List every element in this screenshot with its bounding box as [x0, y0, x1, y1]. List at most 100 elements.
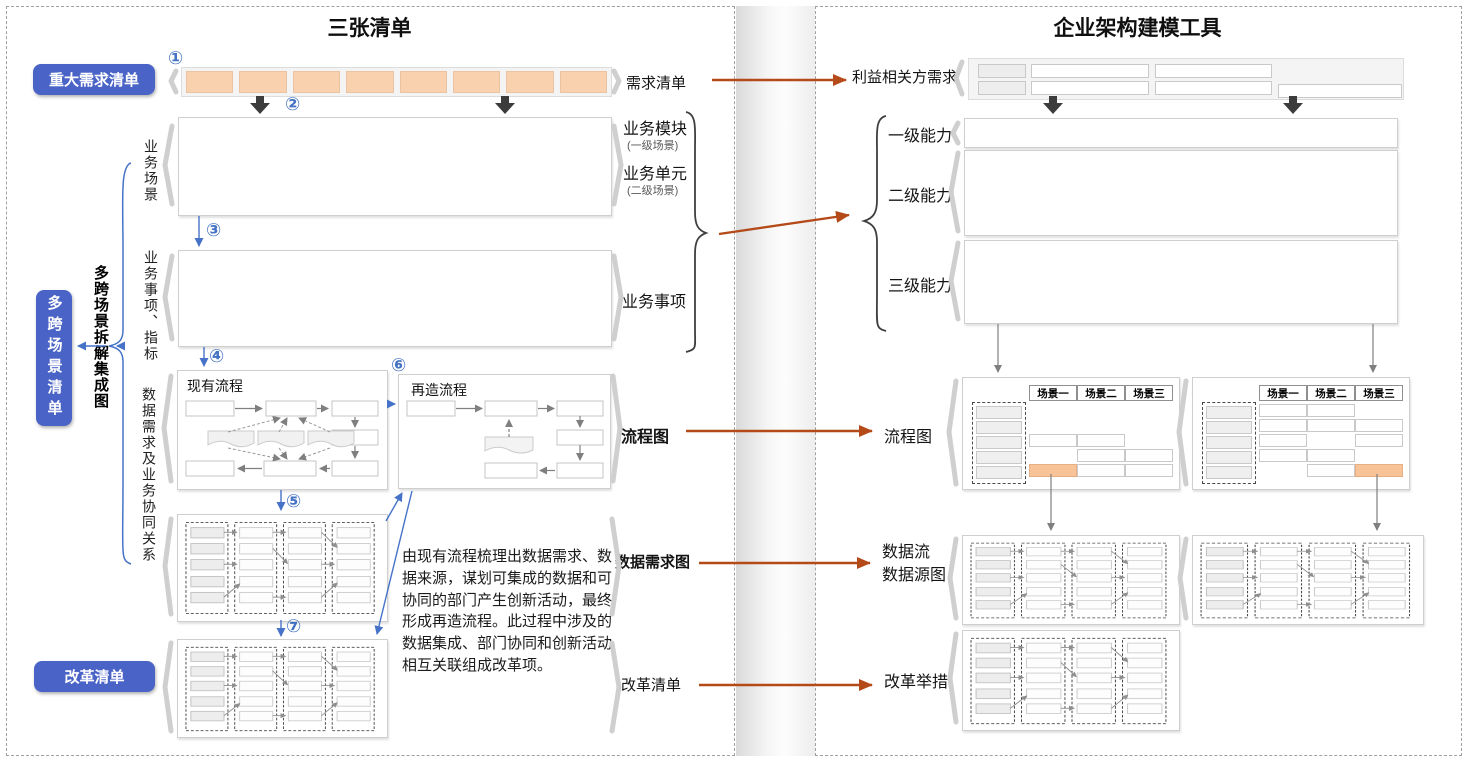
dataflow-diagram-2 [1200, 542, 1416, 619]
document-shape [485, 437, 533, 453]
flow-cell [1259, 434, 1307, 447]
business-scenario-container [178, 117, 612, 216]
label-capability-l1: 一级能力 [888, 122, 952, 146]
label-capability-l3: 三级能力 [888, 272, 952, 296]
stakeholder-cell [1155, 81, 1272, 95]
requirement-list-bar [181, 67, 612, 97]
flow-cell [1355, 419, 1403, 432]
stakeholder-cell [1031, 81, 1149, 95]
flow-cell [1077, 464, 1125, 477]
label-business-module-sub: (一级场景) [627, 137, 678, 153]
flow-cell [1259, 404, 1307, 417]
flow-cell [1259, 449, 1307, 462]
stakeholder-cell [978, 81, 1026, 95]
badge-cross-scenario-list: 多跨场景清单 [36, 290, 72, 426]
left-panel-title: 三张清单 [6, 12, 733, 42]
capability-cell [976, 466, 1022, 479]
label-stakeholder-requirements: 利益相关方需求 [852, 66, 957, 87]
label-business-unit-sub: (二级场景) [627, 182, 678, 198]
capability-cell [976, 421, 1022, 434]
step-4: ④ [209, 346, 224, 367]
grid-cell [239, 71, 286, 93]
scenario-header: 场景三 [1125, 385, 1173, 401]
label-capability-l2: 二级能力 [888, 182, 952, 206]
label-business-module: 业务模块 [623, 115, 687, 139]
capability-cell [976, 406, 1022, 419]
flow-cell [1355, 434, 1403, 447]
label-business-unit: 业务单元 [623, 160, 687, 184]
step-1: ① [168, 48, 183, 69]
scenario-flow-box-1: 场景一场景二场景三 [962, 377, 1180, 490]
panel-gap-shadow [736, 6, 815, 756]
scenario-header: 场景二 [1307, 385, 1355, 401]
scenario-header: 场景二 [1077, 385, 1125, 401]
reform-diagram-right [970, 637, 1172, 725]
flow-cell [1307, 419, 1355, 432]
flow-cell [1259, 419, 1307, 432]
label-reform-list: 改革清单 [621, 674, 681, 695]
process-description: 由现有流程梳理出数据需求、数据来源，谋划可集成的数据和可协同的部门产生创新活动，… [402, 546, 619, 677]
flow-cell [1077, 449, 1125, 462]
flow-cell-highlight [1029, 464, 1077, 477]
flow-cell [1307, 464, 1355, 477]
step-5: ⑤ [286, 491, 301, 512]
stakeholder-cell [1278, 84, 1402, 98]
vlabel-data-collab: 数据需求及业务协同关系 [139, 387, 159, 563]
step-7: ⑦ [286, 616, 301, 637]
capability-l1-container [964, 118, 1398, 148]
grid-cell [346, 71, 393, 93]
flow-cell [1029, 434, 1077, 447]
dataflow-box-1 [962, 535, 1180, 625]
flow-cell [1077, 434, 1125, 447]
label-data-requirement: 数据需求图 [615, 551, 690, 572]
capability-l3-container [964, 240, 1398, 324]
existing-flow-box: 现有流程 [177, 370, 388, 490]
flow-cell [1307, 404, 1355, 417]
redesigned-flow-box: 再造流程 [398, 374, 611, 489]
label-requirement-list: 需求清单 [626, 72, 686, 93]
scenario-header: 场景一 [1029, 385, 1077, 401]
grid-cell [560, 71, 607, 93]
capability-cell [1206, 421, 1252, 434]
business-item-container [178, 250, 612, 347]
dataflow-box-2 [1192, 535, 1424, 625]
flow-cell-highlight [1355, 464, 1403, 477]
dataflow-diagram-1 [970, 542, 1172, 619]
reform-box-right [962, 630, 1180, 731]
label-existing-flow: 现有流程 [187, 376, 243, 396]
grid-cell [186, 71, 233, 93]
grid-cell [506, 71, 553, 93]
label-dataflow-line1: 数据流 [882, 538, 930, 562]
stakeholder-cell [1155, 64, 1272, 78]
reform-diagram-left [185, 646, 380, 732]
reform-box-left [177, 639, 388, 738]
capability-cell [976, 436, 1022, 449]
label-flow-chart-right: 流程图 [884, 423, 932, 447]
capability-cell [1206, 436, 1252, 449]
grid-cell [400, 71, 447, 93]
flow-cell [1125, 449, 1173, 462]
stakeholder-cell [1031, 64, 1149, 78]
capability-l2-container [964, 150, 1398, 236]
requirement-cells [182, 68, 611, 96]
vlabel-business-scenario: 业务场景 [141, 139, 161, 203]
label-flow-chart-left: 流程图 [621, 423, 669, 447]
badge-reform-list: 改革清单 [34, 661, 155, 692]
data-requirement-diagram [185, 521, 380, 615]
stakeholder-cell [978, 64, 1026, 78]
scenario-header: 场景一 [1259, 385, 1307, 401]
label-business-item: 业务事项 [622, 288, 686, 312]
diagram-canvas: 三张清单 企业架构建模工具 重大需求清单 多跨场景清单 改革清单 ① ② ③ ④… [0, 0, 1468, 764]
flow-cell [1307, 449, 1355, 462]
capability-cell [1206, 406, 1252, 419]
capability-cell [976, 451, 1022, 464]
scenario-header: 场景三 [1355, 385, 1403, 401]
vlabel-business-items-indicators: 业务事项、指标 [141, 250, 161, 362]
step-2: ② [285, 94, 300, 115]
vlabel-decompose-integrate: 多跨场景拆解集成图 [90, 265, 111, 409]
badge-major-requirements: 重大需求清单 [33, 64, 155, 95]
label-dataflow-line2: 数据源图 [882, 561, 946, 585]
capability-cell [1206, 466, 1252, 479]
grid-cell [293, 71, 340, 93]
label-reform-measures: 改革举措 [884, 668, 948, 692]
